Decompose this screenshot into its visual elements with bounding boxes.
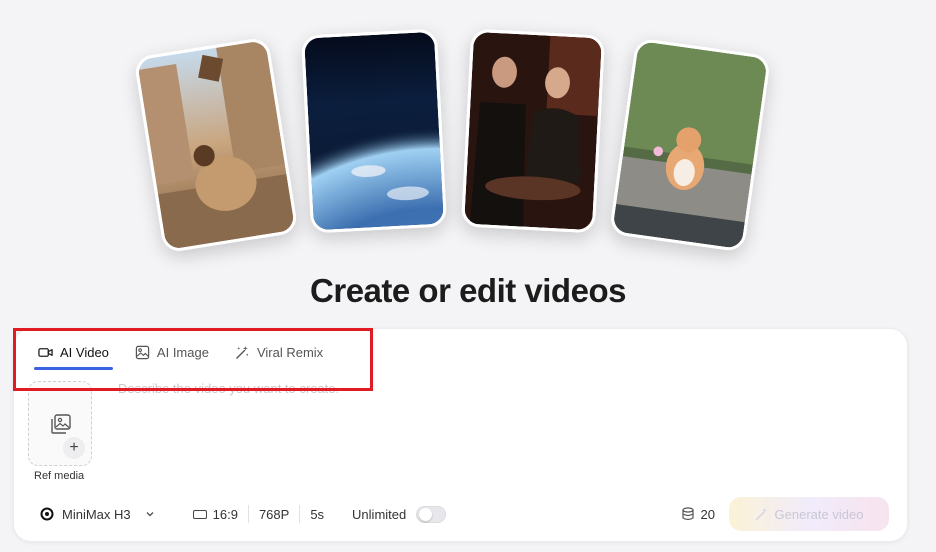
tab-ai-video[interactable]: AI Video: [34, 345, 113, 370]
generation-toolbar: MiniMax H3 16:9 768P 5s Unlimited 20 Gen…: [40, 497, 889, 531]
gallery-card-cat[interactable]: [608, 37, 772, 253]
unlimited-label: Unlimited: [352, 506, 407, 522]
plus-icon: +: [63, 437, 85, 459]
credits-display: 20: [681, 507, 715, 522]
unlimited-toggle[interactable]: [416, 505, 447, 523]
prompt-input[interactable]: [118, 381, 878, 396]
cat-bamboo-image: [612, 40, 768, 250]
gallery-card-earth[interactable]: [300, 28, 448, 234]
tab-viral-remix[interactable]: Viral Remix: [231, 345, 327, 370]
page-title: Create or edit videos: [310, 272, 626, 309]
tab-ai-image[interactable]: AI Image: [131, 345, 213, 370]
chevron-down-icon: [146, 512, 154, 517]
magic-wand-icon: [755, 507, 767, 520]
database-icon: [681, 507, 694, 521]
couple-bar-image: [464, 31, 602, 231]
generate-label: Generate video: [774, 506, 864, 522]
generate-video-button[interactable]: Generate video: [729, 497, 889, 531]
generator-panel: AI Video AI Image Viral Remix Describe t…: [13, 328, 908, 542]
resolution-option[interactable]: 768P: [249, 505, 299, 523]
ref-media-label: Ref media: [34, 470, 85, 482]
tab-label: Viral Remix: [256, 345, 324, 360]
gallery-card-paris[interactable]: [133, 36, 299, 254]
ref-media-upload[interactable]: +: [28, 381, 92, 466]
gallery-card-couple[interactable]: [460, 28, 606, 234]
image-icon: [135, 345, 150, 360]
credits-value: 20: [700, 506, 715, 522]
resolution-value: 768P: [258, 506, 290, 522]
paris-street-image: [136, 40, 296, 250]
earth-from-space-image: [304, 31, 444, 231]
aspect-ratio-value: 16:9: [212, 506, 238, 522]
mode-tabs: AI Video AI Image Viral Remix: [34, 345, 345, 370]
tab-label: AI Video: [60, 345, 109, 360]
duration-option[interactable]: 5s: [300, 505, 334, 523]
model-name: MiniMax H3: [62, 506, 131, 522]
gallery-icon: [51, 414, 71, 434]
aspect-ratio-option[interactable]: 16:9: [183, 505, 248, 523]
magic-wand-icon: [236, 345, 249, 359]
tab-label: AI Image: [156, 345, 209, 360]
video-camera-icon: [38, 348, 53, 357]
model-selector[interactable]: MiniMax H3: [40, 507, 155, 522]
aspect-ratio-icon: [192, 509, 207, 519]
duration-value: 5s: [310, 506, 325, 522]
model-logo-icon: [40, 507, 54, 521]
